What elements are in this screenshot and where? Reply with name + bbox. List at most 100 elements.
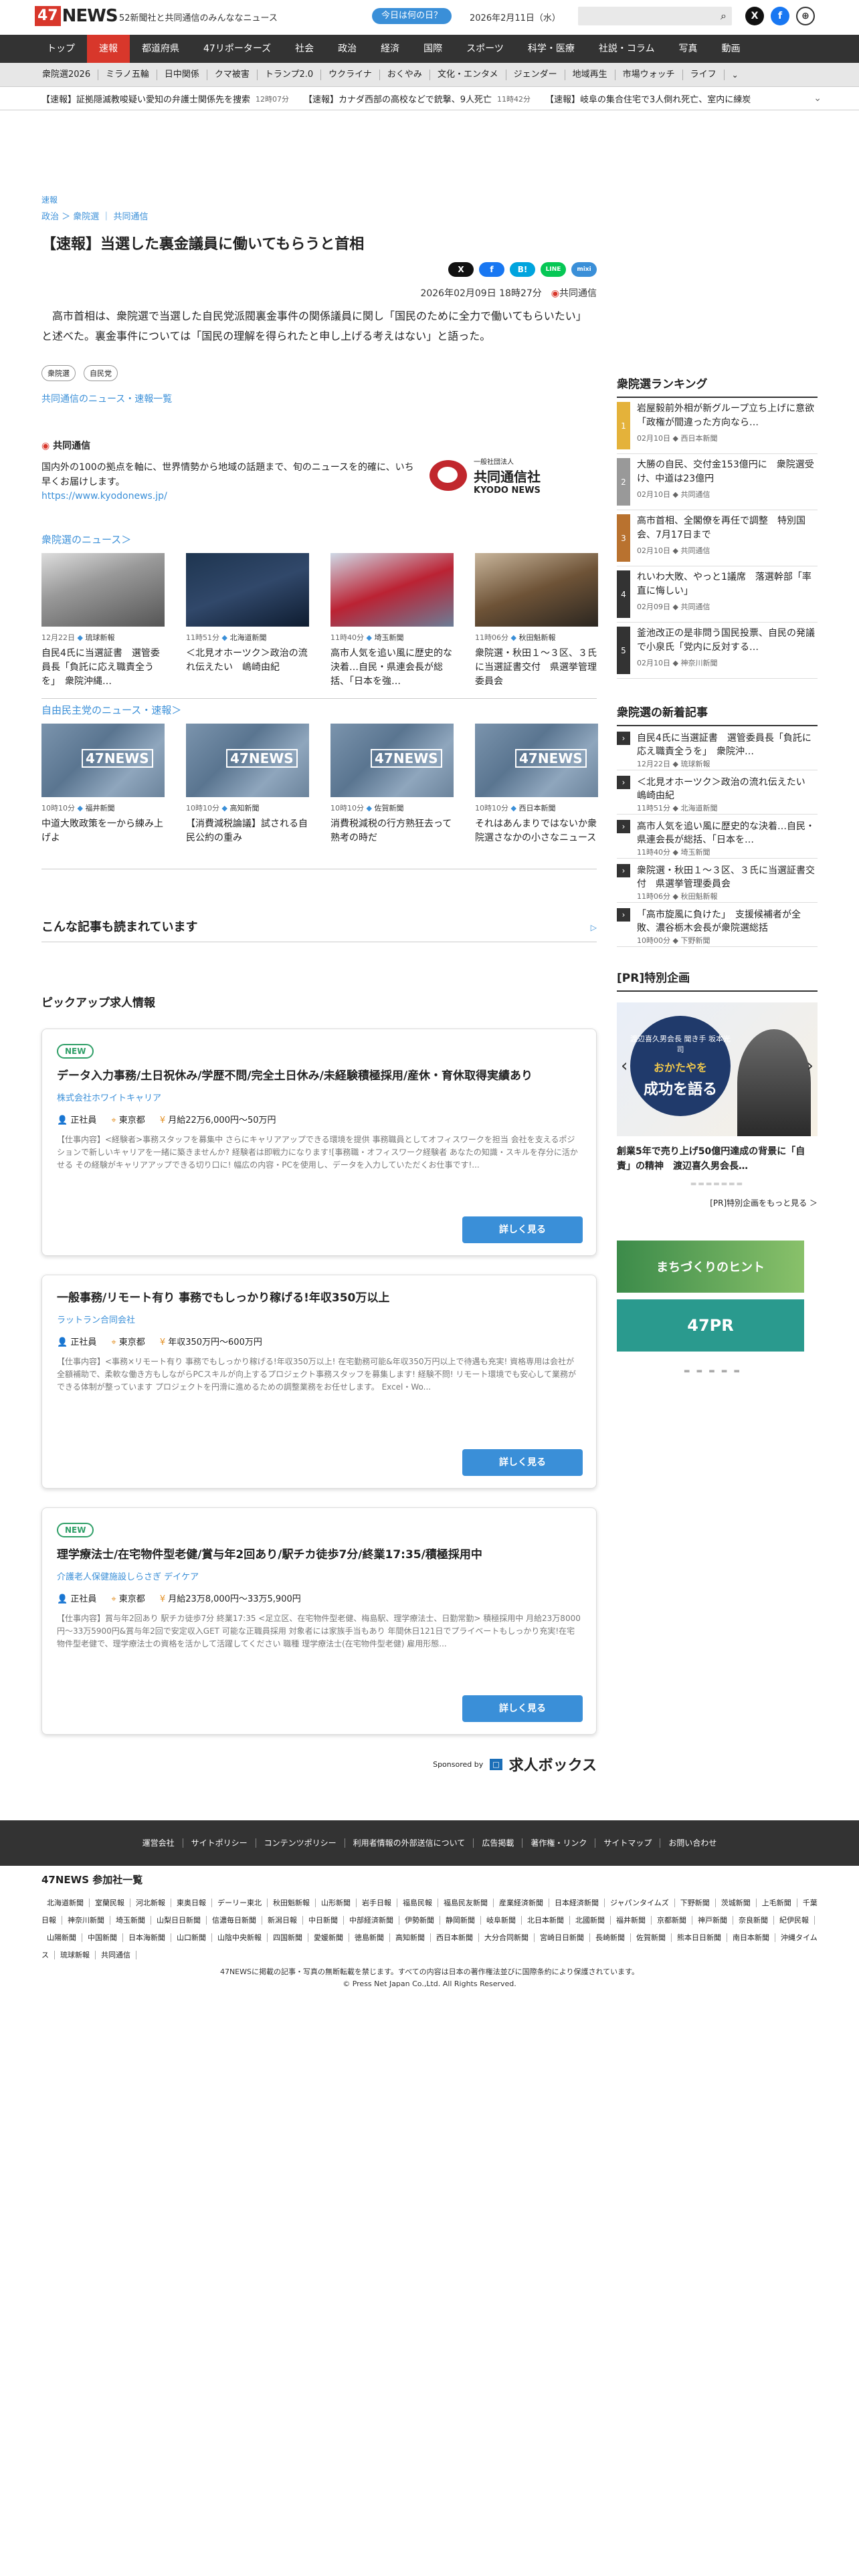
- news-card[interactable]: 11時51分 ◆ 北海道新聞 ＜北見オホーツク＞政治の流れ伝えたい 嶋崎由紀: [186, 553, 309, 689]
- tag-chip[interactable]: 衆院選: [41, 365, 76, 381]
- pr-caption[interactable]: 創業5年で売り上げ50億円達成の背景に「自責」の精神 渡辺喜久男会長…: [617, 1144, 818, 1174]
- ticker-headline[interactable]: 【速報】岐阜の集合住宅で3人倒れ死亡、室内に練炭: [545, 92, 751, 105]
- member-link[interactable]: 埼玉新聞: [110, 1916, 151, 1925]
- member-link[interactable]: 宮崎日日新聞: [535, 1933, 590, 1942]
- member-link[interactable]: 河北新報: [130, 1899, 171, 1907]
- footer-link[interactable]: 著作権・リンク: [522, 1838, 596, 1848]
- member-link[interactable]: 熊本日日新聞: [672, 1933, 727, 1942]
- subnav-item[interactable]: 地域再生: [565, 69, 615, 80]
- job-card[interactable]: 一般事務/リモート有り 事務でもしっかり稼げる!年収350万以上 ラットラン合同会…: [41, 1275, 597, 1489]
- member-link[interactable]: デーリー東北: [212, 1899, 268, 1907]
- member-link[interactable]: 神戸新聞: [692, 1916, 733, 1925]
- facebook-icon[interactable]: f: [771, 7, 789, 25]
- member-link[interactable]: 中国新聞: [82, 1933, 123, 1942]
- nav-item[interactable]: スポーツ: [454, 35, 516, 63]
- ranking-item[interactable]: 2 大勝の自民、交付金153億円に 衆院選受け、中道は23億円 02月10日 ◆ 共…: [617, 454, 818, 510]
- nav-item[interactable]: トップ: [35, 35, 87, 63]
- footer-link[interactable]: コンテンツポリシー: [256, 1838, 345, 1848]
- today-button[interactable]: 今日は何の日？: [372, 8, 452, 24]
- member-link[interactable]: 長崎新聞: [590, 1933, 631, 1942]
- subnav-item[interactable]: 市場ウォッチ: [615, 69, 683, 80]
- pr-more-link[interactable]: [PR]特別企画をもっと見る ＞: [617, 1197, 818, 1208]
- election-news-heading[interactable]: 衆院選のニュース＞: [41, 532, 597, 546]
- member-link[interactable]: 中日新聞: [303, 1916, 344, 1925]
- footer-link[interactable]: お問い合わせ: [660, 1838, 725, 1848]
- source-news-list-link[interactable]: 共同通信のニュース・速報一覧: [41, 392, 597, 405]
- member-link[interactable]: 山梨日日新聞: [151, 1916, 207, 1925]
- nav-item[interactable]: 国際: [411, 35, 454, 63]
- member-link[interactable]: 日本経済新聞: [549, 1899, 605, 1907]
- news-card[interactable]: 11時40分 ◆ 埼玉新聞 高市人気を追い風に歴史的な決着…自民・県連会長が総括、…: [330, 553, 454, 689]
- member-link[interactable]: 下野新聞: [674, 1899, 716, 1907]
- job-title[interactable]: 理学療法士/在宅物件型老健/賞与年2回あり/駅チカ徒歩7分/終業17:35/積極…: [57, 1547, 581, 1563]
- 47pr-banner[interactable]: 47PR: [617, 1299, 804, 1352]
- subnav-item[interactable]: 文化・エンタメ: [430, 69, 506, 80]
- footer-link[interactable]: サイトポリシー: [183, 1838, 256, 1848]
- member-link[interactable]: 愛媛新聞: [308, 1933, 349, 1942]
- member-link[interactable]: 伊勢新聞: [399, 1916, 440, 1925]
- member-link[interactable]: 北日本新聞: [522, 1916, 570, 1925]
- news-card[interactable]: 11時06分 ◆ 秋田魁新報 衆院選・秋田１～３区、３氏に当選証書交付 県選挙管理…: [475, 553, 598, 689]
- breaking-ticker[interactable]: 【速報】証拠隠滅教唆疑い愛知の弁護士関係先を捜索 12時07分 【速報】カナダ西部の…: [0, 88, 859, 110]
- new-article-item[interactable]: › 「高市旋風に負けた」 支援候補者が全敗、濃谷栃木会長が衆院選総括 10時00分 …: [617, 903, 818, 947]
- job-card[interactable]: NEW 理学療法士/在宅物件型老健/賞与年2回あり/駅チカ徒歩7分/終業17:35…: [41, 1507, 597, 1735]
- ranking-item[interactable]: 1 岩屋毅前外相が新グループ立ち上げに意欲 「政権が間違った方向なら… 02月10日…: [617, 398, 818, 454]
- member-link[interactable]: 産業経済新聞: [494, 1899, 549, 1907]
- share-hatena-button[interactable]: B!: [510, 262, 535, 277]
- news-card[interactable]: 12月22日 ◆ 琉球新報 自民4氏に当選証書 選管委員長「負託に応え職責全うを」…: [41, 553, 165, 689]
- new-article-item[interactable]: › ＜北見オホーツク＞政治の流れ伝えたい 嶋崎由紀 11時51分 ◆ 北海道新聞: [617, 770, 818, 815]
- globe-icon[interactable]: ⊕: [796, 7, 815, 25]
- member-link[interactable]: 佐賀新聞: [631, 1933, 672, 1942]
- job-details-button[interactable]: 詳しく見る: [462, 1449, 583, 1476]
- nav-item[interactable]: 都道府県: [130, 35, 191, 63]
- member-link[interactable]: 福島民報: [397, 1899, 438, 1907]
- job-title[interactable]: データ入力事務/土日祝休み/学歴不問/完全土日休み/未経験積極採用/産休・育休取…: [57, 1068, 581, 1084]
- search-input[interactable]: ⌕: [578, 7, 732, 25]
- member-link[interactable]: 室蘭民報: [90, 1899, 130, 1907]
- article-category[interactable]: 速報: [41, 194, 597, 205]
- member-link[interactable]: 岩手日報: [357, 1899, 397, 1907]
- site-logo[interactable]: 47 NEWS: [35, 5, 118, 27]
- member-link[interactable]: 岐阜新聞: [481, 1916, 522, 1925]
- job-details-button[interactable]: 詳しく見る: [462, 1695, 583, 1722]
- ranking-item[interactable]: 5 釜池改正の是非問う国民投票、自民の発議で小泉氏「党内に反対する… 02月10日 …: [617, 623, 818, 679]
- member-link[interactable]: 新潟日報: [262, 1916, 303, 1925]
- subnav-item[interactable]: ウクライナ: [321, 69, 380, 80]
- subnav-item[interactable]: 衆院選2026: [35, 69, 99, 80]
- share-facebook-button[interactable]: f: [479, 262, 504, 277]
- carousel-next-icon[interactable]: ›: [807, 1056, 814, 1076]
- chevron-down-icon[interactable]: ⌄: [725, 70, 746, 80]
- job-title[interactable]: 一般事務/リモート有り 事務でもしっかり稼げる!年収350万以上: [57, 1290, 581, 1306]
- share-mixi-button[interactable]: mixi: [571, 262, 597, 277]
- member-link[interactable]: 高知新聞: [390, 1933, 431, 1942]
- x-icon[interactable]: X: [745, 7, 764, 25]
- member-link[interactable]: 茨城新聞: [715, 1899, 757, 1907]
- machizukuri-banner[interactable]: まちづくりのヒント: [617, 1241, 804, 1293]
- nav-item[interactable]: 社説・コラム: [587, 35, 667, 63]
- ldp-news-heading[interactable]: 自由民主党のニュース・速報＞: [41, 703, 597, 717]
- nav-item[interactable]: 動画: [709, 35, 752, 63]
- sponsor-name[interactable]: 求人ボックス: [509, 1753, 597, 1775]
- subnav-item[interactable]: ライフ: [683, 69, 725, 80]
- member-link[interactable]: 上毛新聞: [756, 1899, 797, 1907]
- member-link[interactable]: 山口新聞: [171, 1933, 212, 1942]
- member-link[interactable]: 山形新聞: [316, 1899, 357, 1907]
- member-link[interactable]: 中部経済新聞: [344, 1916, 399, 1925]
- ticker-headline[interactable]: 【速報】カナダ西部の高校などで銃撃、9人死亡: [304, 92, 492, 105]
- nav-item[interactable]: 速報: [87, 35, 130, 63]
- member-link[interactable]: 静岡新聞: [440, 1916, 481, 1925]
- breadcrumb[interactable]: 政治 ＞ 衆院選 ｜ 共同通信: [41, 209, 597, 222]
- kyodo-logo[interactable]: 一般社団法人 共同通信社 KYODO NEWS: [430, 459, 597, 496]
- member-link[interactable]: 紀伊民報: [774, 1916, 815, 1925]
- nav-item[interactable]: 47リポーターズ: [191, 35, 283, 63]
- member-link[interactable]: 共同通信: [96, 1951, 136, 1959]
- footer-link[interactable]: 運営会社: [134, 1838, 183, 1848]
- member-link[interactable]: 北海道新聞: [41, 1899, 90, 1907]
- member-link[interactable]: 信濃毎日新聞: [207, 1916, 262, 1925]
- ticker-headline[interactable]: 【速報】証拠隠滅教唆疑い愛知の弁護士関係先を捜索: [41, 92, 250, 105]
- member-link[interactable]: 山陰中央新報: [212, 1933, 268, 1942]
- pr-carousel[interactable]: 渡辺喜久男会長 聞き手 坂本光司 おかたやを 成功を語る ‹ ›: [617, 1002, 818, 1136]
- subnav-item[interactable]: ジェンダー: [506, 69, 565, 80]
- member-link[interactable]: 秋田魁新報: [268, 1899, 316, 1907]
- news-card[interactable]: 47NEWS 10時10分 ◆ 西日本新聞 それはあんまりではないか衆院選さなかの小…: [475, 724, 598, 859]
